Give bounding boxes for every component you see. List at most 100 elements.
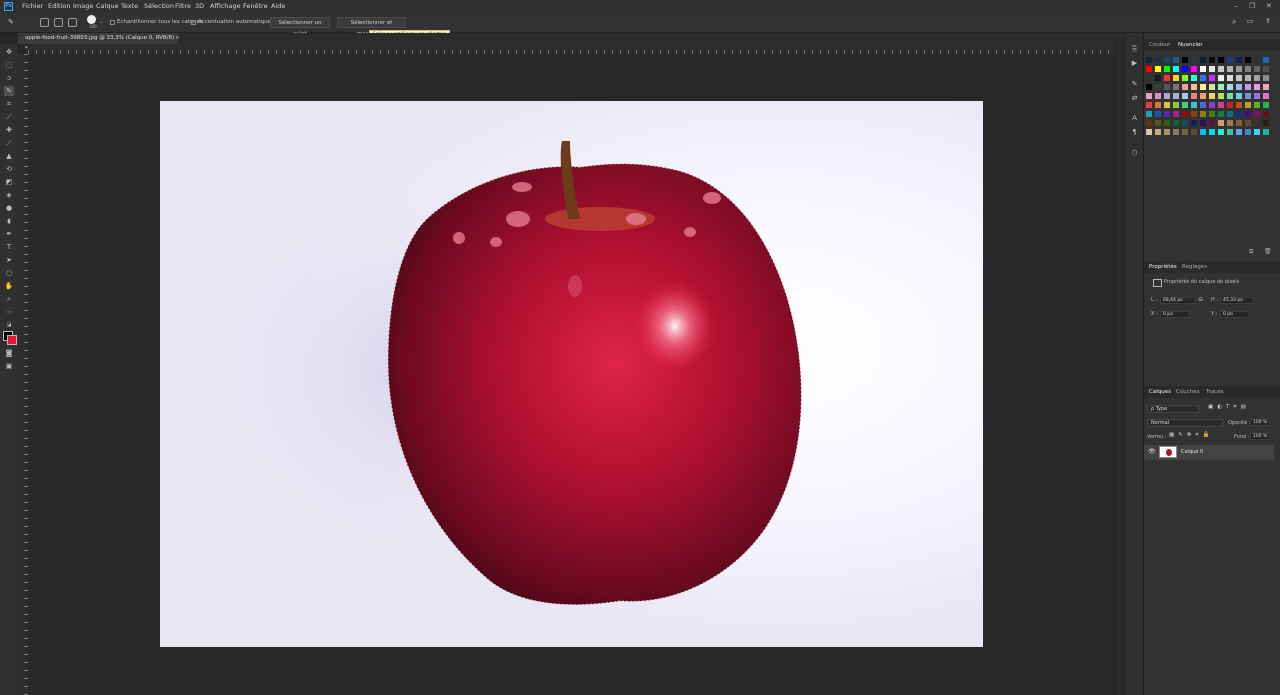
color-swatch[interactable]	[1254, 93, 1260, 99]
color-swatch[interactable]	[1200, 102, 1206, 108]
color-swatch[interactable]	[1155, 111, 1161, 117]
share-icon[interactable]: ⇪	[1265, 17, 1271, 25]
color-swatch[interactable]	[1227, 84, 1233, 90]
menu-3d[interactable]: 3D	[195, 0, 204, 13]
subtract-selection-brush-icon[interactable]	[68, 18, 77, 27]
color-swatch[interactable]	[1155, 129, 1161, 135]
color-swatch[interactable]	[1263, 75, 1269, 81]
photoshop-logo[interactable]: Ps	[4, 2, 13, 11]
color-swatch[interactable]	[1155, 120, 1161, 126]
color-swatch[interactable]	[1218, 111, 1224, 117]
color-swatch[interactable]	[1164, 129, 1170, 135]
character-panel-icon[interactable]: A	[1130, 114, 1139, 123]
color-swatch[interactable]	[1191, 129, 1197, 135]
stamp-tool-icon[interactable]: ▲	[4, 151, 14, 161]
height-field[interactable]: 45,33 po	[1220, 297, 1254, 304]
color-swatch[interactable]	[1245, 102, 1251, 108]
color-swatch[interactable]	[1146, 66, 1152, 72]
menu-calque[interactable]: Calque	[96, 0, 119, 13]
color-swatch[interactable]	[1164, 75, 1170, 81]
color-swatch[interactable]	[1173, 75, 1179, 81]
new-selection-brush-icon[interactable]	[40, 18, 49, 27]
tab-reglages[interactable]: Réglages	[1182, 261, 1207, 273]
color-swatch[interactable]	[1209, 93, 1215, 99]
color-swatch[interactable]	[1209, 129, 1215, 135]
type-tool-icon[interactable]: T	[4, 242, 14, 252]
eraser-tool-icon[interactable]: ◩	[4, 177, 14, 187]
workspace-icon[interactable]: ▭	[1247, 17, 1254, 25]
color-swatch[interactable]	[1254, 120, 1260, 126]
menu-fichier[interactable]: Fichier	[22, 0, 43, 13]
brush-tool-icon[interactable]: ⟋	[4, 138, 14, 148]
color-swatch[interactable]	[1182, 120, 1188, 126]
color-swatch[interactable]	[1164, 57, 1170, 63]
color-swatch[interactable]	[1245, 111, 1251, 117]
tab-couleur[interactable]: Couleur	[1149, 39, 1170, 51]
color-swatch[interactable]	[1164, 66, 1170, 72]
menu-affichage[interactable]: Affichage	[210, 0, 241, 13]
color-swatch[interactable]	[1209, 102, 1215, 108]
color-swatch[interactable]	[1218, 120, 1224, 126]
color-swatch[interactable]	[1245, 120, 1251, 126]
brush-tip-icon[interactable]	[87, 15, 96, 24]
color-swatch[interactable]	[1218, 102, 1224, 108]
color-swatch[interactable]	[1182, 129, 1188, 135]
color-swatch[interactable]	[1146, 120, 1152, 126]
color-swatch[interactable]	[1227, 129, 1233, 135]
color-swatch[interactable]	[1227, 120, 1233, 126]
color-swatch[interactable]	[1218, 93, 1224, 99]
color-swatch[interactable]	[1182, 84, 1188, 90]
color-swatch[interactable]	[1200, 75, 1206, 81]
select-and-mask-button[interactable]: Sélectionner et masquer...	[337, 17, 406, 37]
tab-traces[interactable]: Tracés	[1206, 386, 1223, 398]
color-swatch[interactable]	[1146, 57, 1152, 63]
color-swatch[interactable]	[1173, 84, 1179, 90]
color-swatch[interactable]	[1227, 75, 1233, 81]
eye-icon[interactable]: 👁	[1148, 448, 1156, 455]
menu-texte[interactable]: Texte	[121, 0, 138, 13]
color-swatch[interactable]	[1155, 66, 1161, 72]
width-field[interactable]: 68,44 po	[1160, 297, 1196, 304]
color-swatch[interactable]	[1173, 57, 1179, 63]
color-swatch[interactable]	[1173, 111, 1179, 117]
pen-tool-icon[interactable]: ✒	[4, 229, 14, 239]
more-tools-icon[interactable]: ⋯	[4, 307, 14, 317]
menu-edition[interactable]: Edition	[48, 0, 71, 13]
menu-selection[interactable]: Sélection	[144, 0, 174, 13]
color-swatch[interactable]	[1209, 111, 1215, 117]
new-swatch-icon[interactable]: ⧉	[1249, 248, 1253, 256]
fill-field[interactable]: 100 %	[1250, 433, 1270, 440]
default-colors-icon[interactable]: ◪	[4, 320, 14, 330]
color-swatch[interactable]	[1218, 129, 1224, 135]
swatch-grid[interactable]	[1146, 57, 1276, 161]
menu-fenetre[interactable]: Fenêtre	[243, 0, 268, 13]
move-tool-icon[interactable]: ✥	[4, 47, 14, 57]
color-swatch[interactable]	[1155, 93, 1161, 99]
color-swatch[interactable]	[1182, 66, 1188, 72]
document-tab[interactable]: apple-food-fruit-39803.jpg @ 33,3% (Calq…	[18, 33, 180, 52]
crop-tool-icon[interactable]: ⌗	[4, 99, 14, 109]
color-swatch[interactable]	[1182, 75, 1188, 81]
eyedropper-tool-icon[interactable]: ⟋	[4, 112, 14, 122]
color-swatch[interactable]	[1263, 93, 1269, 99]
color-swatch[interactable]	[1236, 120, 1242, 126]
color-swatch[interactable]	[1164, 102, 1170, 108]
color-swatch[interactable]	[1182, 93, 1188, 99]
color-swatch[interactable]	[1164, 93, 1170, 99]
color-swatch[interactable]	[1263, 111, 1269, 117]
paragraph-panel-icon[interactable]: ¶	[1130, 128, 1139, 137]
color-swatch[interactable]	[1227, 102, 1233, 108]
color-swatch[interactable]	[1245, 84, 1251, 90]
color-swatch[interactable]	[1209, 120, 1215, 126]
color-swatch[interactable]	[1263, 57, 1269, 63]
color-swatch[interactable]	[1191, 66, 1197, 72]
color-swatch[interactable]	[1146, 93, 1152, 99]
color-swatch[interactable]	[1173, 66, 1179, 72]
color-swatch[interactable]	[1191, 93, 1197, 99]
color-swatch[interactable]	[1236, 129, 1242, 135]
color-swatch[interactable]	[1218, 66, 1224, 72]
tab-nuancier[interactable]: Nuancier	[1178, 39, 1203, 51]
color-swatch[interactable]	[1182, 102, 1188, 108]
color-swatch[interactable]	[1191, 120, 1197, 126]
color-swatch[interactable]	[1209, 84, 1215, 90]
